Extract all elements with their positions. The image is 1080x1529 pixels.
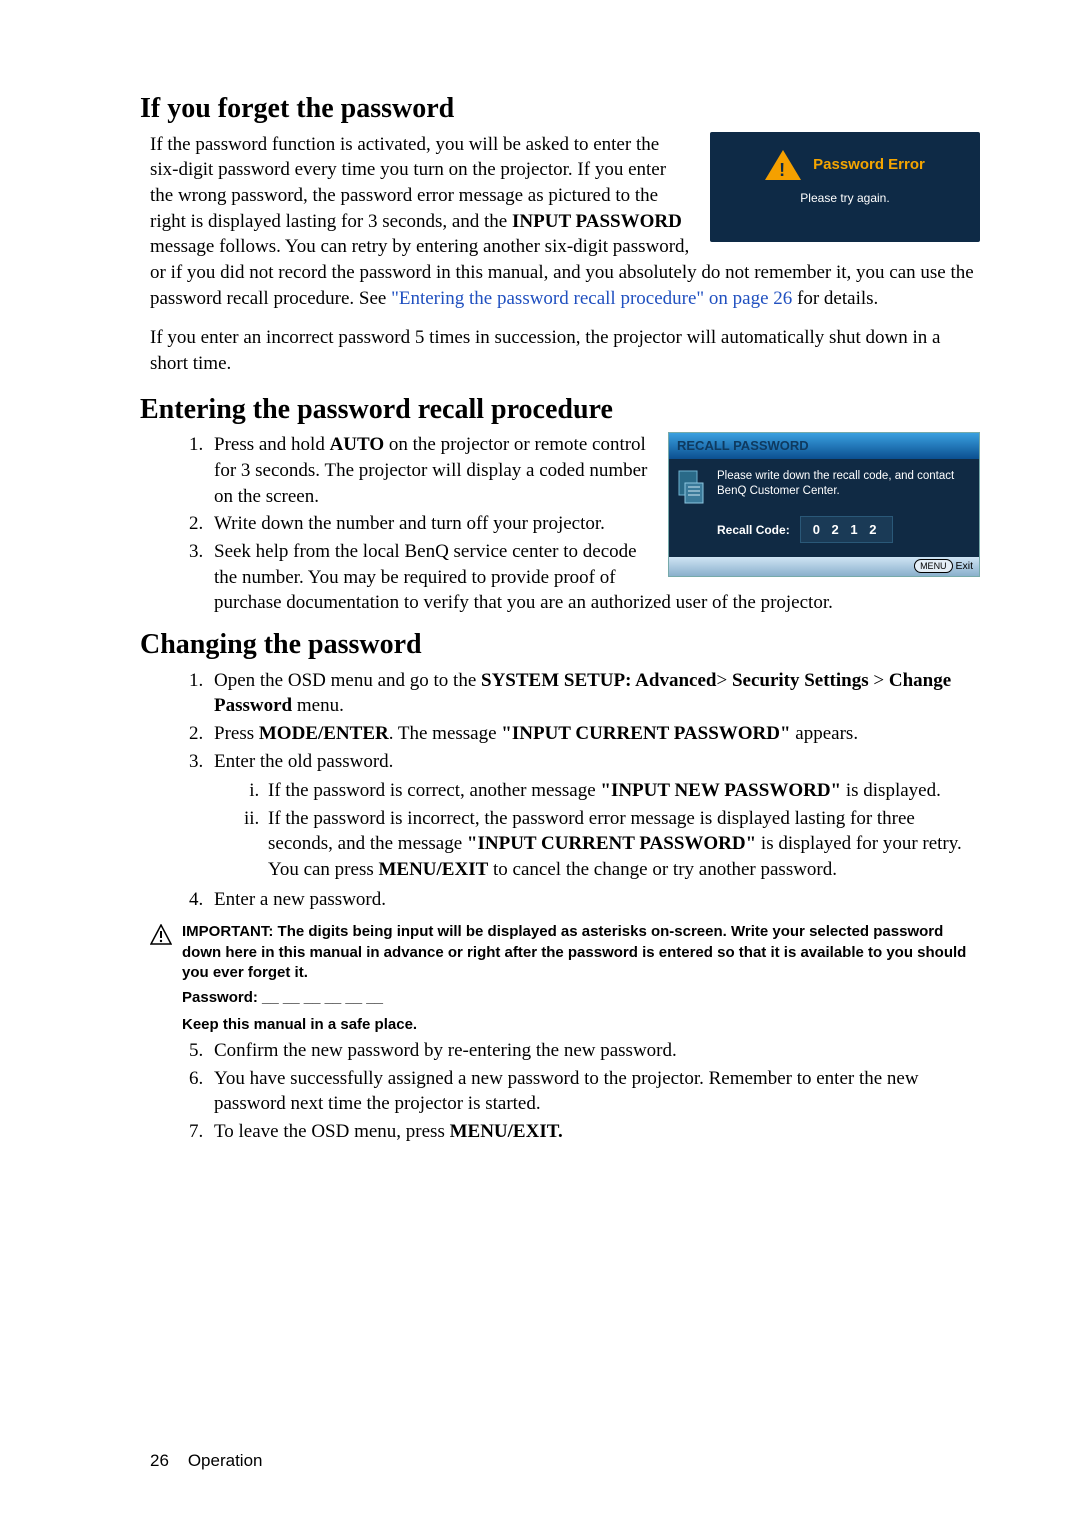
text: To leave the OSD menu, press: [214, 1121, 450, 1142]
text: . The message: [389, 723, 502, 744]
important-text: IMPORTANT: The digits being input will b…: [182, 922, 980, 983]
text: for details.: [792, 288, 878, 309]
list-item: Enter the old password. If the password …: [208, 749, 980, 883]
warning-icon: [150, 924, 172, 954]
menu-button-label: MENU: [914, 559, 953, 573]
link-recall-procedure[interactable]: "Entering the password recall procedure"…: [391, 288, 792, 309]
text-bold: SYSTEM SETUP: Advanced: [481, 670, 716, 691]
list-item: If the password is correct, another mess…: [264, 778, 980, 804]
forget-para2: If you enter an incorrect password 5 tim…: [150, 325, 980, 376]
exit-label: Exit: [955, 560, 973, 572]
heading-recall-procedure: Entering the password recall procedure: [140, 391, 980, 429]
list-item: Open the OSD menu and go to the SYSTEM S…: [208, 668, 980, 719]
page-footer: 26 Operation: [150, 1450, 263, 1473]
password-blank-line: Password: __ __ __ __ __ __: [182, 987, 980, 1010]
text-bold: MENU/EXIT: [378, 859, 488, 880]
list-item: You have successfully assigned a new pas…: [208, 1066, 980, 1117]
text: Enter the old password.: [214, 751, 393, 772]
text-bold: MODE/ENTER: [259, 723, 389, 744]
recall-foot: MENU Exit: [669, 557, 979, 575]
list-item: To leave the OSD menu, press MENU/EXIT.: [208, 1119, 980, 1145]
recall-password-box: RECALL PASSWORD Please write down the re…: [668, 432, 980, 576]
note-icon: [677, 469, 707, 544]
recall-text: Please write down the recall code, and c…: [717, 469, 971, 500]
heading-changing-password: Changing the password: [140, 626, 980, 664]
text-bold: INPUT PASSWORD: [512, 211, 682, 232]
text-bold: "INPUT CURRENT PASSWORD": [501, 723, 790, 744]
warning-icon: [765, 150, 801, 180]
text: Press: [214, 723, 259, 744]
change-steps-cont: Confirm the new password by re-entering …: [150, 1038, 980, 1145]
text: Press and hold: [214, 434, 330, 455]
text: If the password is correct, another mess…: [268, 780, 600, 801]
recall-head: RECALL PASSWORD: [669, 433, 979, 459]
list-item: Press MODE/ENTER. The message "INPUT CUR…: [208, 721, 980, 747]
keep-manual-line: Keep this manual in a safe place.: [182, 1014, 980, 1037]
important-note: IMPORTANT: The digits being input will b…: [150, 922, 980, 983]
list-item: Confirm the new password by re-entering …: [208, 1038, 980, 1064]
password-error-box: Password Error Please try again.: [710, 132, 980, 242]
sub-steps: If the password is correct, another mess…: [214, 778, 980, 883]
password-error-title: Password Error: [813, 155, 925, 175]
heading-if-you-forget: If you forget the password: [140, 90, 980, 128]
text: is displayed.: [841, 780, 941, 801]
text: appears.: [791, 723, 859, 744]
text: Open the OSD menu and go to the: [214, 670, 481, 691]
recall-code-value: 0 2 1 2: [800, 516, 894, 544]
text: >: [869, 670, 889, 691]
text: >: [716, 670, 731, 691]
text: menu.: [292, 695, 344, 716]
list-item: Enter a new password.: [208, 887, 980, 913]
footer-label: Operation: [188, 1451, 263, 1470]
password-error-msg: Please try again.: [800, 190, 889, 206]
text-bold: Security Settings: [732, 670, 869, 691]
text: to cancel the change or try another pass…: [488, 859, 837, 880]
text-bold: "INPUT CURRENT PASSWORD": [467, 833, 756, 854]
text-bold: "INPUT NEW PASSWORD": [600, 780, 841, 801]
text-bold: MENU/EXIT.: [450, 1121, 563, 1142]
change-steps: Open the OSD menu and go to the SYSTEM S…: [150, 668, 980, 913]
page-number: 26: [150, 1451, 169, 1470]
text-bold: AUTO: [330, 434, 385, 455]
recall-code-label: Recall Code:: [717, 522, 790, 538]
list-item: If the password is incorrect, the passwo…: [264, 806, 980, 883]
